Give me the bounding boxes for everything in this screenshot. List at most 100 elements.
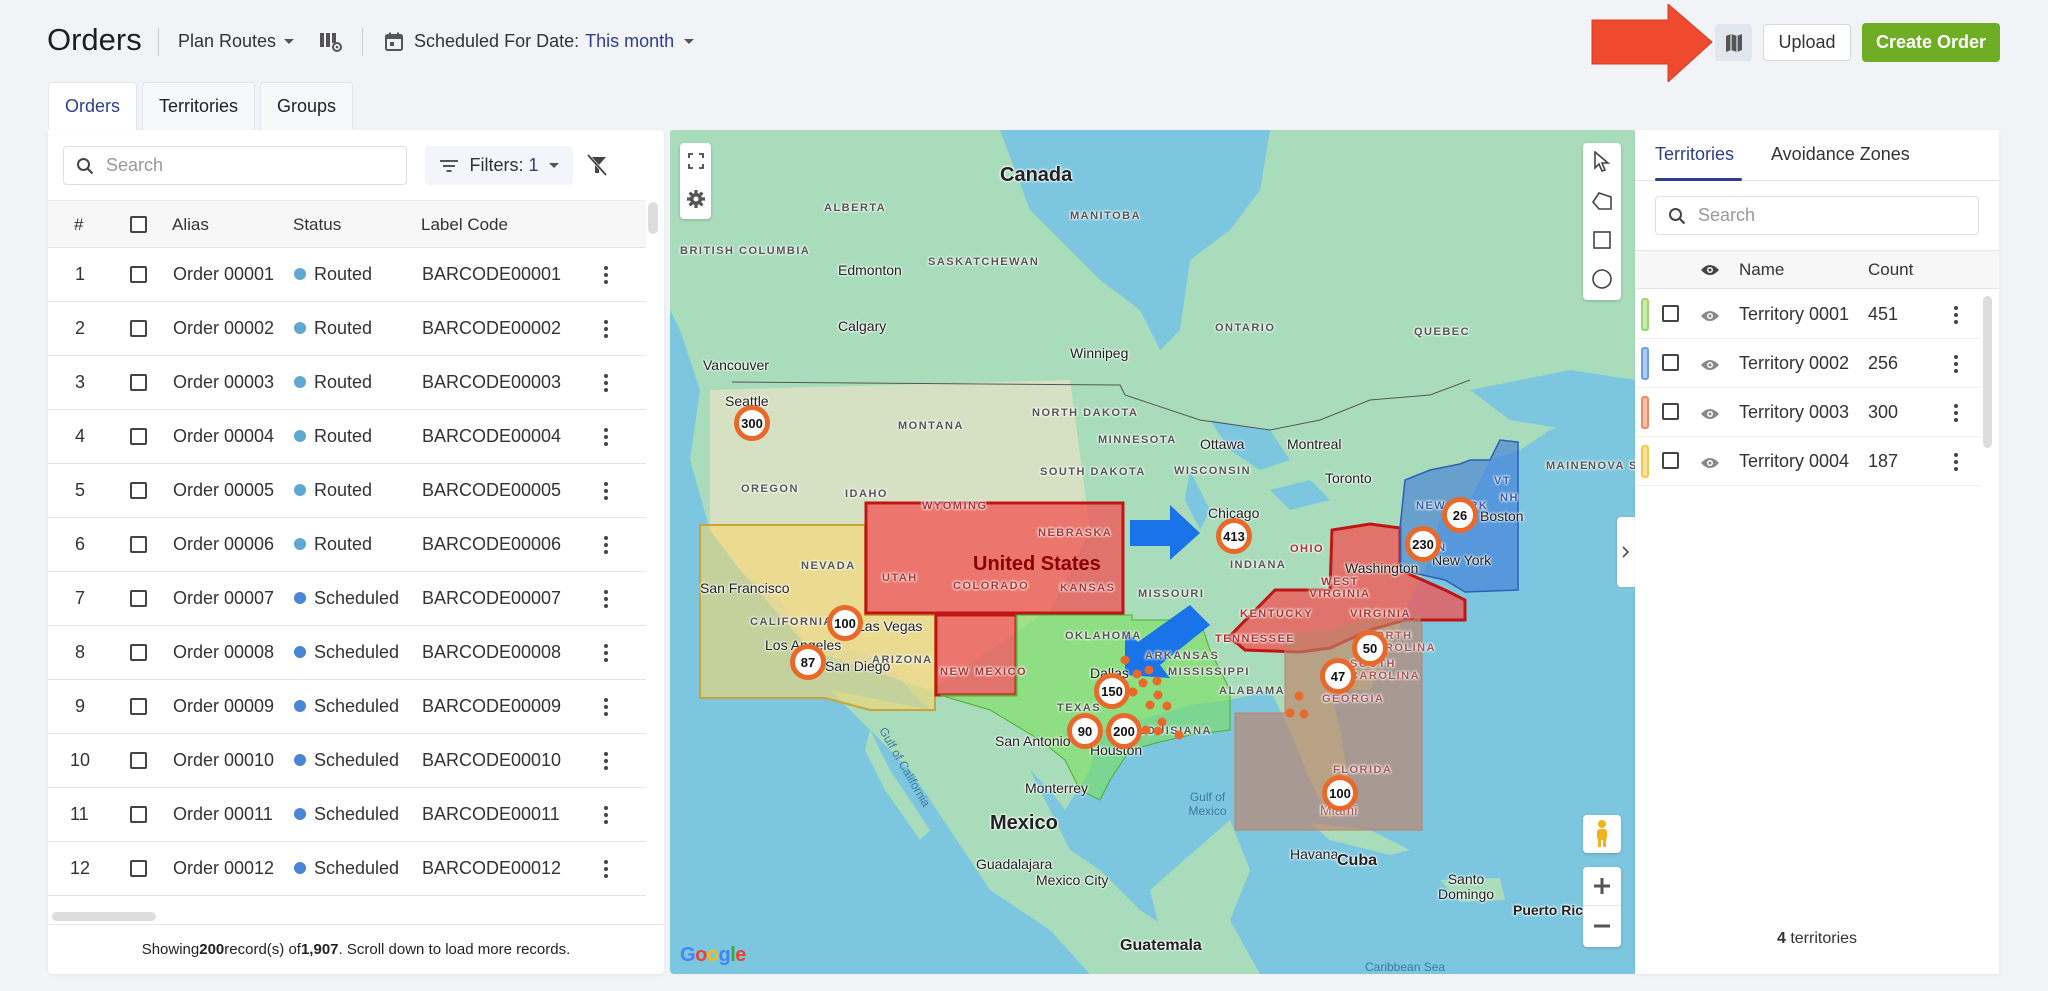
order-cluster[interactable]: 413 <box>1216 518 1252 554</box>
territory-checkbox[interactable] <box>1662 305 1679 322</box>
order-cluster[interactable]: 100 <box>827 605 863 641</box>
order-pin[interactable] <box>1285 708 1295 718</box>
collapse-panel-button[interactable] <box>1617 517 1635 587</box>
col-alias[interactable]: Alias <box>172 215 209 235</box>
order-cluster[interactable]: 200 <box>1106 713 1142 749</box>
row-checkbox[interactable] <box>130 482 147 499</box>
street-view-button[interactable] <box>1583 815 1621 853</box>
order-row[interactable]: 9 Order 00009 Scheduled BARCODE00009 <box>48 680 646 734</box>
order-cluster[interactable]: 300 <box>734 405 770 441</box>
order-pin[interactable] <box>1120 655 1130 665</box>
order-alias[interactable]: Order 00012 <box>173 858 274 879</box>
order-row[interactable]: 3 Order 00003 Routed BARCODE00003 <box>48 356 646 410</box>
circle-tool-button[interactable] <box>1583 259 1621 299</box>
row-menu-icon[interactable] <box>596 426 616 448</box>
order-row[interactable]: 10 Order 00010 Scheduled BARCODE00010 <box>48 734 646 788</box>
tab-territories-panel[interactable]: Territories <box>1655 144 1734 165</box>
column-settings-icon[interactable] <box>318 30 344 54</box>
territory-checkbox[interactable] <box>1662 354 1679 371</box>
visibility-toggle-icon[interactable] <box>1700 356 1720 377</box>
fullscreen-button[interactable] <box>680 143 711 179</box>
map-view-toggle-button[interactable] <box>1715 24 1752 61</box>
orders-horizontal-scrollbar[interactable] <box>52 912 156 921</box>
territory-checkbox[interactable] <box>1662 403 1679 420</box>
row-menu-icon[interactable] <box>596 264 616 286</box>
row-checkbox[interactable] <box>130 320 147 337</box>
order-pin[interactable] <box>1145 700 1155 710</box>
territory-name[interactable]: Territory 0003 <box>1739 402 1849 423</box>
order-row[interactable]: 6 Order 00006 Routed BARCODE00006 <box>48 518 646 572</box>
select-all-checkbox[interactable] <box>130 216 147 233</box>
visibility-toggle-icon[interactable] <box>1700 454 1720 475</box>
row-menu-icon[interactable] <box>596 804 616 826</box>
order-cluster[interactable]: 150 <box>1094 673 1130 709</box>
order-row[interactable]: 4 Order 00004 Routed BARCODE00004 <box>48 410 646 464</box>
visibility-toggle-icon[interactable] <box>1700 405 1720 426</box>
order-pin[interactable] <box>1294 691 1304 701</box>
col-name[interactable]: Name <box>1739 260 1784 280</box>
select-tool-button[interactable] <box>1583 143 1621 181</box>
order-alias[interactable]: Order 00010 <box>173 750 274 771</box>
col-label-code[interactable]: Label Code <box>421 215 508 235</box>
order-row[interactable]: 8 Order 00008 Scheduled BARCODE00008 <box>48 626 646 680</box>
territory-row[interactable]: Territory 0004 187 <box>1635 437 1981 486</box>
territory-name[interactable]: Territory 0001 <box>1739 304 1849 325</box>
visibility-toggle-icon[interactable] <box>1700 307 1720 328</box>
order-pin[interactable] <box>1157 717 1167 727</box>
map-settings-button[interactable] <box>680 179 711 219</box>
territory-row[interactable]: Territory 0001 451 <box>1635 290 1981 339</box>
order-alias[interactable]: Order 00006 <box>173 534 274 555</box>
row-checkbox[interactable] <box>130 860 147 877</box>
territory-row[interactable]: Territory 0002 256 <box>1635 339 1981 388</box>
clear-filters-icon[interactable] <box>584 152 610 178</box>
polygon-tool-button[interactable] <box>1583 181 1621 221</box>
order-alias[interactable]: Order 00005 <box>173 480 274 501</box>
order-row[interactable]: 1 Order 00001 Routed BARCODE00001 <box>48 248 646 302</box>
territory-name[interactable]: Territory 0002 <box>1739 353 1849 374</box>
order-cluster[interactable]: 90 <box>1067 713 1103 749</box>
orders-search[interactable] <box>63 146 407 185</box>
create-order-button[interactable]: Create Order <box>1862 23 2000 62</box>
territory-menu-icon[interactable] <box>1946 451 1966 473</box>
filters-button[interactable]: Filters: 1 <box>425 146 573 185</box>
row-menu-icon[interactable] <box>596 858 616 880</box>
col-count[interactable]: Count <box>1868 260 1913 280</box>
plan-routes-dropdown[interactable]: Plan Routes <box>178 31 295 52</box>
tab-territories[interactable]: Territories <box>142 82 256 130</box>
tab-groups[interactable]: Groups <box>260 82 354 130</box>
row-menu-icon[interactable] <box>596 696 616 718</box>
col-status[interactable]: Status <box>293 215 341 235</box>
row-checkbox[interactable] <box>130 806 147 823</box>
order-alias[interactable]: Order 00009 <box>173 696 274 717</box>
order-row[interactable]: 11 Order 00011 Scheduled BARCODE00011 <box>48 788 646 842</box>
row-menu-icon[interactable] <box>596 588 616 610</box>
order-alias[interactable]: Order 00003 <box>173 372 274 393</box>
order-pin[interactable] <box>1138 678 1148 688</box>
orders-vertical-scrollbar[interactable] <box>648 202 658 234</box>
territory-menu-icon[interactable] <box>1946 353 1966 375</box>
order-cluster[interactable]: 87 <box>790 644 826 680</box>
order-cluster[interactable]: 230 <box>1405 526 1441 562</box>
row-menu-icon[interactable] <box>596 750 616 772</box>
territory-name[interactable]: Territory 0004 <box>1739 451 1849 472</box>
territories-search[interactable] <box>1655 196 1979 235</box>
order-cluster[interactable]: 47 <box>1320 658 1356 694</box>
row-checkbox[interactable] <box>130 428 147 445</box>
order-pin[interactable] <box>1153 690 1163 700</box>
order-pin[interactable] <box>1174 730 1184 740</box>
order-row[interactable]: 5 Order 00005 Routed BARCODE00005 <box>48 464 646 518</box>
order-alias[interactable]: Order 00004 <box>173 426 274 447</box>
row-checkbox[interactable] <box>130 536 147 553</box>
scheduled-date-filter[interactable]: Scheduled For Date: This month <box>384 31 695 52</box>
order-row[interactable]: 7 Order 00007 Scheduled BARCODE00007 <box>48 572 646 626</box>
zoom-out-button[interactable] <box>1583 906 1621 946</box>
order-pin[interactable] <box>1162 701 1172 711</box>
order-row[interactable]: 12 Order 00012 Scheduled BARCODE00012 <box>48 842 646 896</box>
order-pin[interactable] <box>1299 709 1309 719</box>
map-view[interactable]: Canada United States Mexico ALBERTA MANI… <box>670 130 1635 974</box>
zoom-in-button[interactable] <box>1583 867 1621 906</box>
order-cluster[interactable]: 50 <box>1352 630 1388 666</box>
territories-scrollbar[interactable] <box>1983 296 1992 448</box>
row-checkbox[interactable] <box>130 752 147 769</box>
row-menu-icon[interactable] <box>596 480 616 502</box>
